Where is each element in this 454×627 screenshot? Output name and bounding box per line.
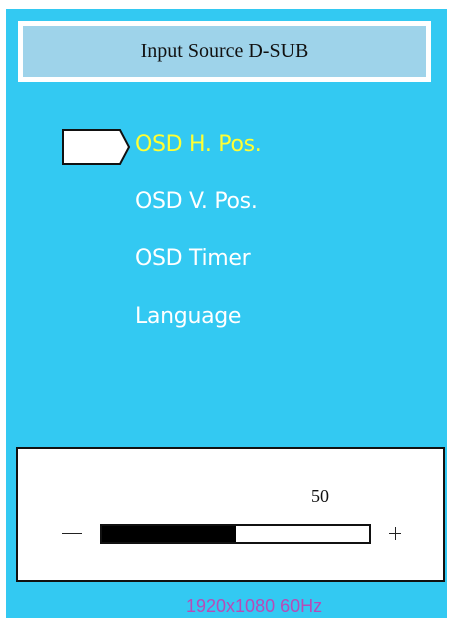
- menu-item-osd-timer[interactable]: OSD Timer: [135, 245, 251, 273]
- adjustment-slider[interactable]: [100, 524, 371, 544]
- plus-icon[interactable]: [384, 524, 404, 544]
- menu-item-osd-v-pos[interactable]: OSD V. Pos.: [135, 188, 258, 216]
- menu-item-language[interactable]: Language: [135, 303, 241, 331]
- input-source-title-bar: Input Source D-SUB: [18, 21, 431, 82]
- adjustment-value: 50: [311, 486, 329, 506]
- pentagon-arrow-icon: [62, 129, 131, 165]
- input-source-title: Input Source D-SUB: [140, 40, 309, 62]
- resolution-status: 1920x1080 60Hz: [186, 596, 323, 616]
- minus-icon[interactable]: [62, 533, 82, 534]
- menu-item-osd-h-pos[interactable]: OSD H. Pos.: [135, 131, 262, 159]
- slider-fill: [102, 526, 236, 542]
- adjustment-box: [16, 447, 445, 582]
